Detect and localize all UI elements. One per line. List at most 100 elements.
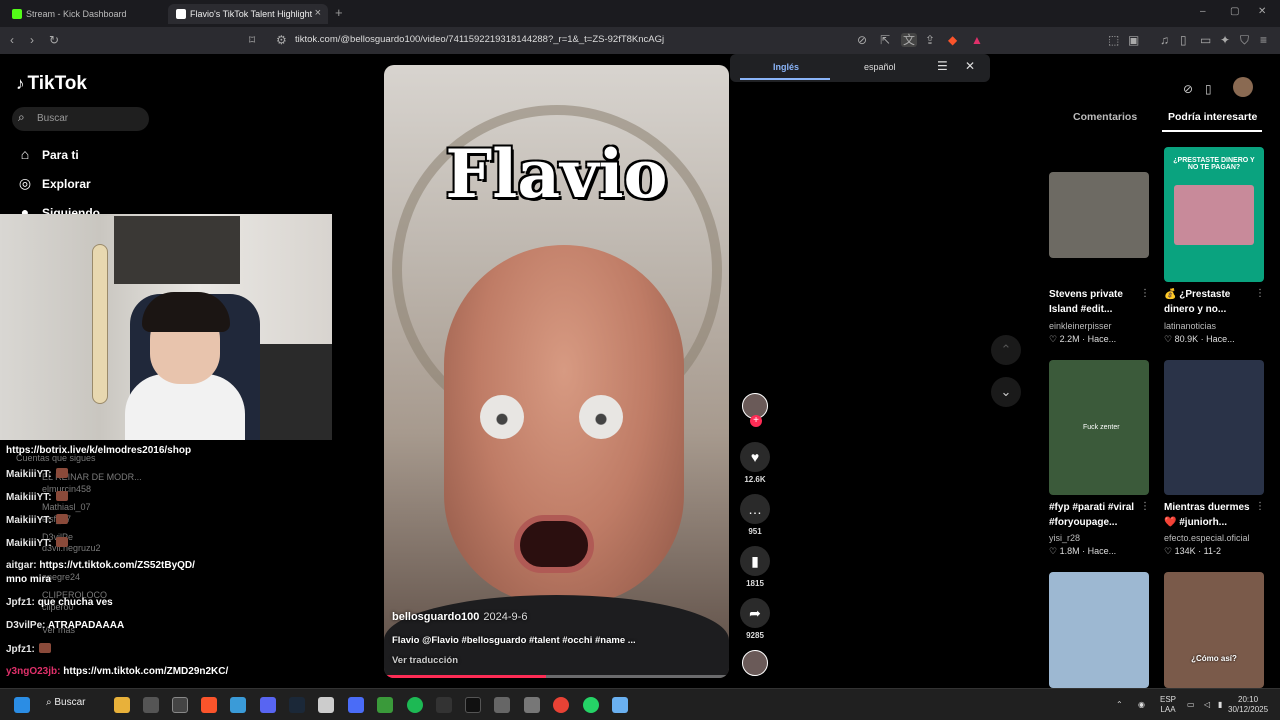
volume-icon[interactable]: ◁ <box>1204 700 1210 710</box>
discord-icon[interactable] <box>260 697 276 713</box>
notepad-icon[interactable] <box>318 697 334 713</box>
back-icon[interactable]: ‹ <box>10 33 14 47</box>
file-explorer-icon[interactable] <box>114 697 130 713</box>
video-author[interactable]: bellosguardo100 2024-9-6 <box>392 611 527 623</box>
tab-recommended[interactable]: Podría interesarte <box>1168 111 1257 123</box>
minecraft-icon[interactable] <box>377 697 393 713</box>
compass-small-icon[interactable]: ⊘ <box>1183 82 1193 96</box>
vpn-icon[interactable]: ⛉ <box>1240 33 1249 47</box>
share-arrow-icon[interactable]: ➦ <box>740 598 770 628</box>
store-icon[interactable] <box>143 697 159 713</box>
sidebar-icon[interactable]: ▯ <box>1180 33 1187 47</box>
recommended-thumbnail[interactable] <box>1164 360 1264 495</box>
network-icon[interactable]: ▭ <box>1187 700 1195 710</box>
user-avatar[interactable] <box>1233 77 1253 97</box>
spotify-icon[interactable] <box>407 697 423 713</box>
taskbar-search[interactable]: ⌕ Buscar <box>46 697 86 708</box>
source-language-tab[interactable]: Inglés <box>773 62 799 72</box>
app-icon[interactable] <box>494 697 510 713</box>
target-language-tab[interactable]: español <box>864 62 896 72</box>
extensions-icon[interactable]: ⬚ <box>1108 33 1119 47</box>
app-icon[interactable] <box>612 697 628 713</box>
close-window-button[interactable]: ✕ <box>1258 6 1266 17</box>
recommended-author[interactable]: latinanoticias <box>1164 321 1216 331</box>
bookmark-icon[interactable]: ▮ <box>740 546 770 576</box>
tab-tiktok[interactable]: Flavio's TikTok Talent Highlight × <box>168 4 328 24</box>
translate-icon[interactable]: 文 <box>901 33 918 47</box>
recommended-author[interactable]: yisi_r28 <box>1049 533 1080 543</box>
save-action[interactable]: ▮ 1815 <box>740 546 770 588</box>
close-icon[interactable]: ✕ <box>965 59 975 73</box>
share-icon[interactable]: ⇪ <box>925 33 935 47</box>
wallet-icon[interactable]: ▭ <box>1200 33 1211 47</box>
recommended-caption[interactable]: Mientras duermes ❤️ #juniorh... <box>1164 500 1259 530</box>
recommended-thumbnail[interactable]: Fuck zenter <box>1049 360 1149 495</box>
recommended-caption[interactable]: Stevens private Island #edit... <box>1049 287 1144 317</box>
microphone-icon[interactable]: ◉ <box>1138 700 1145 710</box>
recommended-caption[interactable]: #fyp #parati #viral #foryoupage... <box>1049 500 1144 530</box>
comment-icon[interactable]: … <box>740 494 770 524</box>
whatsapp-icon[interactable] <box>583 697 599 713</box>
hamburger-menu-icon[interactable]: ☰ <box>937 59 948 73</box>
minimize-button[interactable]: – <box>1200 6 1206 17</box>
recommended-thumbnail[interactable]: ¿PRESTASTE DINERO Y NO TE PAGAN? <box>1164 147 1264 282</box>
nav-explore[interactable]: ◎ Explorar <box>16 175 91 192</box>
language-indicator[interactable]: ESP LAA <box>1160 695 1176 715</box>
address-bar[interactable]: tiktok.com/@bellosguardo100/video/741159… <box>295 34 664 45</box>
tray-chevron-icon[interactable]: ⌃ <box>1116 700 1123 710</box>
recommended-author[interactable]: efecto.especial.oficial <box>1164 533 1250 543</box>
recommended-thumbnail[interactable] <box>1049 572 1149 688</box>
media-icon[interactable]: ♫ <box>1160 33 1169 47</box>
chrome-icon[interactable] <box>553 697 569 713</box>
reload-icon[interactable]: ↻ <box>49 33 59 47</box>
app-icon[interactable] <box>524 697 540 713</box>
recommended-thumbnail[interactable]: ¿Cómo así? <box>1164 572 1264 688</box>
steam-icon[interactable] <box>289 697 305 713</box>
app-icon[interactable] <box>230 697 246 713</box>
menu-icon[interactable]: ≡ <box>1260 33 1267 47</box>
tab-kick-dashboard[interactable]: Stream - Kick Dashboard <box>4 4 164 24</box>
recommended-thumbnail[interactable] <box>1049 172 1149 258</box>
search-input[interactable]: ⌕ Buscar <box>12 107 149 131</box>
brave-rewards-icon[interactable]: ▲ <box>971 33 983 47</box>
windows-start-icon[interactable] <box>14 697 30 713</box>
close-tab-icon[interactable]: × <box>315 7 321 19</box>
comment-action[interactable]: … 951 <box>740 494 770 536</box>
next-video-button[interactable]: ⌄ <box>991 377 1021 407</box>
more-options-icon[interactable]: ⋮ <box>1255 501 1265 512</box>
site-info-icon[interactable]: ⚙ <box>276 33 287 47</box>
brave-icon[interactable] <box>201 697 217 713</box>
more-options-icon[interactable]: ⋮ <box>1255 288 1265 299</box>
tiktok-app-icon[interactable] <box>465 697 481 713</box>
previous-video-button[interactable]: ⌃ <box>991 335 1021 365</box>
device-icon[interactable]: ▯ <box>1205 82 1212 96</box>
share-action[interactable]: ➦ 9285 <box>740 598 770 640</box>
screenshot-icon[interactable]: ▣ <box>1128 33 1139 47</box>
video-player[interactable]: Flavio bellosguardo100 2024-9-6 Flavio @F… <box>384 65 729 678</box>
no-tracking-icon[interactable]: ⊘ <box>857 33 867 47</box>
bookmark-icon[interactable]: ⌑ <box>249 33 255 47</box>
maximize-button[interactable]: ▢ <box>1230 6 1239 17</box>
heart-icon[interactable]: ♥ <box>740 442 770 472</box>
brave-shields-icon[interactable]: ◆ <box>948 33 957 47</box>
battery-icon[interactable]: ▮ <box>1218 700 1222 710</box>
tab-comments[interactable]: Comentarios <box>1073 111 1137 123</box>
see-translation-link[interactable]: Ver traducción <box>392 655 458 666</box>
music-disc-avatar[interactable] <box>742 650 768 676</box>
nav-for-you[interactable]: ⌂ Para ti <box>16 146 79 162</box>
more-options-icon[interactable]: ⋮ <box>1140 288 1150 299</box>
clock[interactable]: 20:10 30/12/2025 <box>1228 695 1268 715</box>
obs-icon[interactable] <box>172 697 188 713</box>
recommended-caption[interactable]: 💰 ¿Prestaste dinero y no... <box>1164 287 1259 317</box>
app-icon[interactable] <box>436 697 452 713</box>
new-tab-button[interactable]: + <box>335 5 343 20</box>
open-external-icon[interactable]: ⇱ <box>880 33 890 47</box>
follow-plus-icon[interactable]: + <box>750 415 762 427</box>
like-action[interactable]: ♥ 12.6K <box>740 442 770 484</box>
more-options-icon[interactable]: ⋮ <box>1140 501 1150 512</box>
ai-icon[interactable]: ✦ <box>1220 33 1230 47</box>
video-progress-bar[interactable] <box>384 675 729 678</box>
app-icon[interactable] <box>348 697 364 713</box>
forward-icon[interactable]: › <box>30 33 34 47</box>
tiktok-logo[interactable]: ♪ TikTok <box>16 73 87 95</box>
